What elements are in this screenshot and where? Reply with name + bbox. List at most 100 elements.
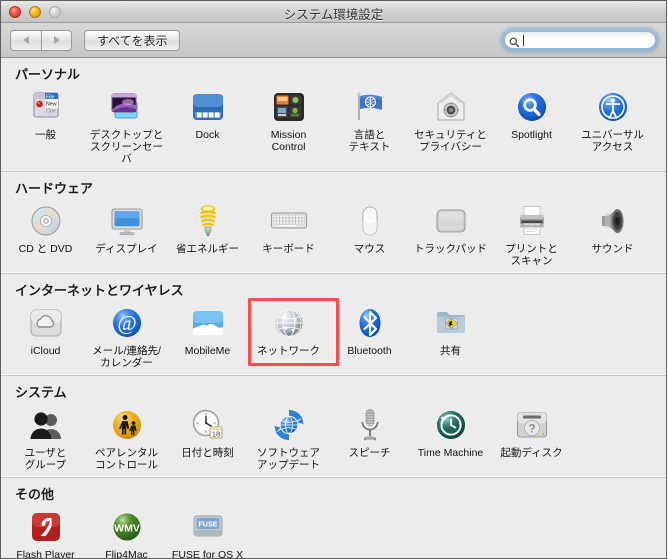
system-preferences-window: システム環境設定 すべてを表示 パーソナル File New Ope 一般 デス…	[0, 0, 667, 559]
desktop-screensaver-icon	[107, 87, 147, 127]
flash-player-icon	[26, 507, 66, 547]
pref-pane-label: Flash Player	[16, 549, 75, 558]
preference-grid: iCloud @ メール/連絡先/ カレンダー MobileMe ネットワーク …	[1, 298, 666, 375]
svg-text:WMV: WMV	[114, 522, 140, 534]
back-button[interactable]	[10, 29, 41, 51]
displays-icon	[107, 201, 147, 241]
pref-pane-network[interactable]: ネットワーク	[248, 298, 339, 369]
window-title: システム環境設定	[283, 8, 384, 22]
forward-button[interactable]	[41, 29, 72, 51]
preference-section: システム ユーザと グループ ペアレンタル コントロール 18 日付と時刻 ソフ…	[1, 375, 666, 477]
pref-pane-dock[interactable]: Dock	[167, 85, 248, 165]
pref-pane-displays[interactable]: ディスプレイ	[86, 199, 167, 267]
section-title: システム	[15, 385, 67, 400]
software-update-icon	[269, 405, 309, 445]
pref-pane-sharing[interactable]: 共有	[410, 301, 491, 369]
security-privacy-icon	[431, 87, 471, 127]
pref-pane-label: デスクトップと スクリーンセーバ	[89, 129, 164, 165]
fuse-osx-icon: FUSE	[188, 507, 228, 547]
pref-pane-keyboard[interactable]: キーボード	[248, 199, 329, 267]
preference-section: ハードウェア CD と DVD ディスプレイ 省エネルギー キーボード マウス …	[1, 171, 666, 273]
preference-section: その他 Flash Player WMV Flip4Mac WMV FUSE F…	[1, 477, 666, 558]
svg-text:FUSE: FUSE	[198, 520, 217, 529]
section-title: その他	[15, 487, 55, 502]
sharing-icon	[431, 303, 471, 343]
pref-pane-sound[interactable]: サウンド	[572, 199, 653, 267]
pref-pane-parental-controls[interactable]: ペアレンタル コントロール	[86, 403, 167, 471]
pref-pane-label: ペアレンタル コントロール	[95, 447, 158, 471]
show-all-button[interactable]: すべてを表示	[84, 29, 181, 51]
svg-text:Ope: Ope	[46, 109, 56, 115]
parental-controls-icon	[107, 405, 147, 445]
navigation-segmented-control	[10, 29, 72, 51]
pref-pane-label: マウス	[353, 243, 386, 255]
language-text-icon	[350, 87, 390, 127]
pref-pane-print-scan[interactable]: プリントと スキャン	[491, 199, 572, 267]
bluetooth-icon	[350, 303, 390, 343]
pref-pane-general[interactable]: File New Ope 一般	[5, 85, 86, 165]
pref-pane-label: Time Machine	[417, 447, 484, 459]
pref-pane-cd-dvd[interactable]: CD と DVD	[5, 199, 86, 267]
title-bar[interactable]: システム環境設定	[1, 1, 666, 23]
pref-pane-label: プリントと スキャン	[505, 243, 558, 267]
section-title: パーソナル	[15, 67, 81, 82]
pref-pane-security-privacy[interactable]: セキュリティと プライバシー	[410, 85, 491, 165]
preference-section: パーソナル File New Ope 一般 デスクトップと スクリーンセーバ D…	[1, 58, 666, 171]
pref-pane-label: Spotlight	[511, 129, 552, 141]
mail-contacts-calendars-icon: @	[107, 303, 147, 343]
pref-pane-label: FUSE for OS X	[171, 549, 244, 558]
chevron-left-icon	[23, 36, 29, 44]
preference-grid: ユーザと グループ ペアレンタル コントロール 18 日付と時刻 ソフトウェア …	[1, 403, 666, 477]
sound-icon	[593, 201, 633, 241]
energy-saver-icon	[188, 201, 228, 241]
svg-text:New: New	[46, 102, 57, 108]
pref-pane-software-update[interactable]: ソフトウェア アップデート	[248, 403, 329, 471]
pref-pane-label: ディスプレイ	[95, 243, 158, 255]
pref-pane-speech[interactable]: スピーチ	[329, 403, 410, 471]
pref-pane-label: メール/連絡先/ カレンダー	[92, 345, 161, 369]
pref-pane-time-machine[interactable]: Time Machine	[410, 403, 491, 471]
pref-pane-mouse[interactable]: マウス	[329, 199, 410, 267]
pref-pane-label: MobileMe	[184, 345, 231, 357]
pref-pane-flip4mac-wmv[interactable]: WMV Flip4Mac WMV	[86, 505, 167, 558]
icloud-icon	[26, 303, 66, 343]
pref-pane-mobileme[interactable]: MobileMe	[167, 301, 248, 369]
chevron-right-icon	[53, 36, 60, 44]
pref-pane-icloud[interactable]: iCloud	[5, 301, 86, 369]
preference-grid: CD と DVD ディスプレイ 省エネルギー キーボード マウス トラックパッド…	[1, 199, 666, 273]
preference-grid: Flash Player WMV Flip4Mac WMV FUSE FUSE …	[1, 505, 666, 558]
pref-pane-startup-disk[interactable]: ? 起動ディスク	[491, 403, 572, 471]
trackpad-icon	[431, 201, 471, 241]
svg-text:?: ?	[528, 424, 535, 436]
pref-pane-label: サウンド	[591, 243, 634, 255]
pref-pane-date-time[interactable]: 18 日付と時刻	[167, 403, 248, 471]
svg-text:@: @	[117, 311, 136, 335]
pref-pane-mission-control[interactable]: Mission Control	[248, 85, 329, 165]
network-icon	[269, 303, 309, 343]
pref-pane-language-text[interactable]: 言語と テキスト	[329, 85, 410, 165]
users-groups-icon	[26, 405, 66, 445]
search-field[interactable]	[504, 31, 656, 49]
pref-pane-label: 起動ディスク	[500, 447, 563, 459]
svg-text:18: 18	[211, 430, 219, 439]
pref-pane-bluetooth[interactable]: Bluetooth	[329, 301, 410, 369]
pref-pane-label: 言語と テキスト	[348, 129, 391, 153]
pref-pane-universal-access[interactable]: ユニバーサル アクセス	[572, 85, 653, 165]
pref-pane-energy-saver[interactable]: 省エネルギー	[167, 199, 248, 267]
pref-pane-label: Flip4Mac WMV	[105, 549, 148, 558]
mouse-icon	[350, 201, 390, 241]
pref-pane-desktop-screensaver[interactable]: デスクトップと スクリーンセーバ	[86, 85, 167, 165]
pref-pane-fuse-osx[interactable]: FUSE FUSE for OS X	[167, 505, 248, 558]
universal-access-icon	[593, 87, 633, 127]
pref-pane-spotlight[interactable]: Spotlight	[491, 85, 572, 165]
pref-pane-users-groups[interactable]: ユーザと グループ	[5, 403, 86, 471]
speech-icon	[350, 405, 390, 445]
pref-pane-label: キーボード	[262, 243, 315, 255]
pref-pane-trackpad[interactable]: トラックパッド	[410, 199, 491, 267]
pref-pane-label: Mission Control	[270, 129, 307, 153]
print-scan-icon	[512, 201, 552, 241]
pref-pane-mail-contacts-calendars[interactable]: @ メール/連絡先/ カレンダー	[86, 301, 167, 369]
time-machine-icon	[431, 405, 471, 445]
pref-pane-flash-player[interactable]: Flash Player	[5, 505, 86, 558]
search-icon	[509, 35, 520, 47]
